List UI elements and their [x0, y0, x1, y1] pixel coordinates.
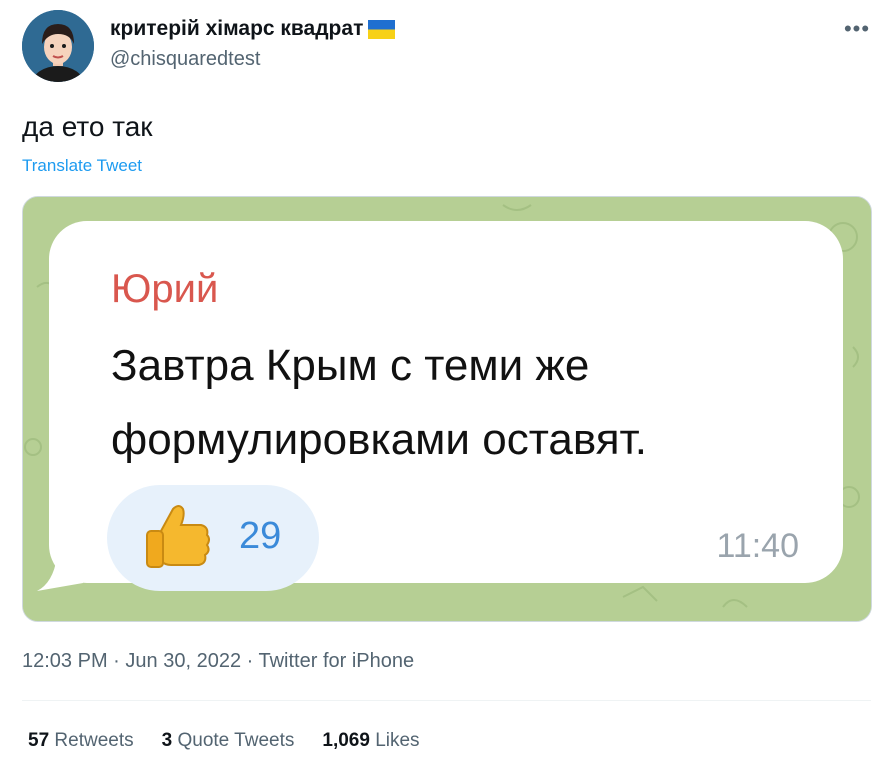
- avatar[interactable]: [22, 10, 94, 82]
- tweet-text: да ето так: [22, 111, 153, 142]
- more-options-button[interactable]: •••: [839, 14, 875, 44]
- chat-message-line: формулировками оставят.: [111, 415, 648, 464]
- retweets-label: Retweets: [54, 730, 134, 751]
- tweet-timestamp-row: 12:03 PM · Jun 30, 2022 · Twitter for iP…: [22, 650, 414, 673]
- quote-tweets-count: 3: [161, 730, 173, 751]
- display-name-text: критерій хімарс квадрат: [110, 17, 364, 40]
- likes-count: 1,069: [322, 730, 370, 751]
- tweet-media-image[interactable]: Юрий Завтра Крым с теми же формулировкам…: [22, 196, 872, 622]
- likes-label: Likes: [375, 730, 420, 751]
- separator-dot: ·: [246, 650, 254, 672]
- separator-dot: ·: [113, 650, 120, 672]
- likes-stat[interactable]: 1,069 Likes: [322, 730, 419, 752]
- divider: [22, 700, 871, 701]
- retweets-stat[interactable]: 57 Retweets: [28, 730, 134, 752]
- display-name[interactable]: критерій хімарс квадрат: [110, 17, 396, 41]
- quote-tweets-stat[interactable]: 3 Quote Tweets: [162, 730, 295, 752]
- avatar-icon: [22, 10, 94, 82]
- user-handle[interactable]: @chisquaredtest: [110, 48, 260, 71]
- retweets-count: 57: [28, 730, 50, 751]
- chat-message-text: Завтра Крым с теми же формулировками ост…: [111, 329, 647, 477]
- thumbs-up-icon: [146, 505, 210, 568]
- chat-message-time: 11:40: [716, 527, 799, 565]
- chat-message-bubble: Юрий Завтра Крым с теми же формулировкам…: [49, 221, 843, 591]
- tweet-detail: критерій хімарс квадрат @chisquaredtest …: [0, 0, 891, 768]
- tweet-time[interactable]: 12:03 PM: [22, 650, 108, 672]
- chat-message-line: Завтра Крым с теми же: [111, 341, 590, 390]
- more-icon: •••: [843, 16, 871, 41]
- ukraine-flag-icon: [368, 19, 396, 39]
- tweet-date[interactable]: Jun 30, 2022: [125, 650, 241, 672]
- tweet-source[interactable]: Twitter for iPhone: [259, 650, 415, 672]
- reaction-count: 29: [239, 515, 282, 557]
- chat-sender-name: Юрий: [111, 267, 219, 311]
- reaction-pill: 29: [107, 485, 319, 591]
- quote-tweets-label: Quote Tweets: [177, 730, 295, 751]
- tweet-stats: 57 Retweets 3 Quote Tweets 1,069 Likes: [28, 730, 420, 752]
- translate-tweet-link[interactable]: Translate Tweet: [22, 156, 142, 176]
